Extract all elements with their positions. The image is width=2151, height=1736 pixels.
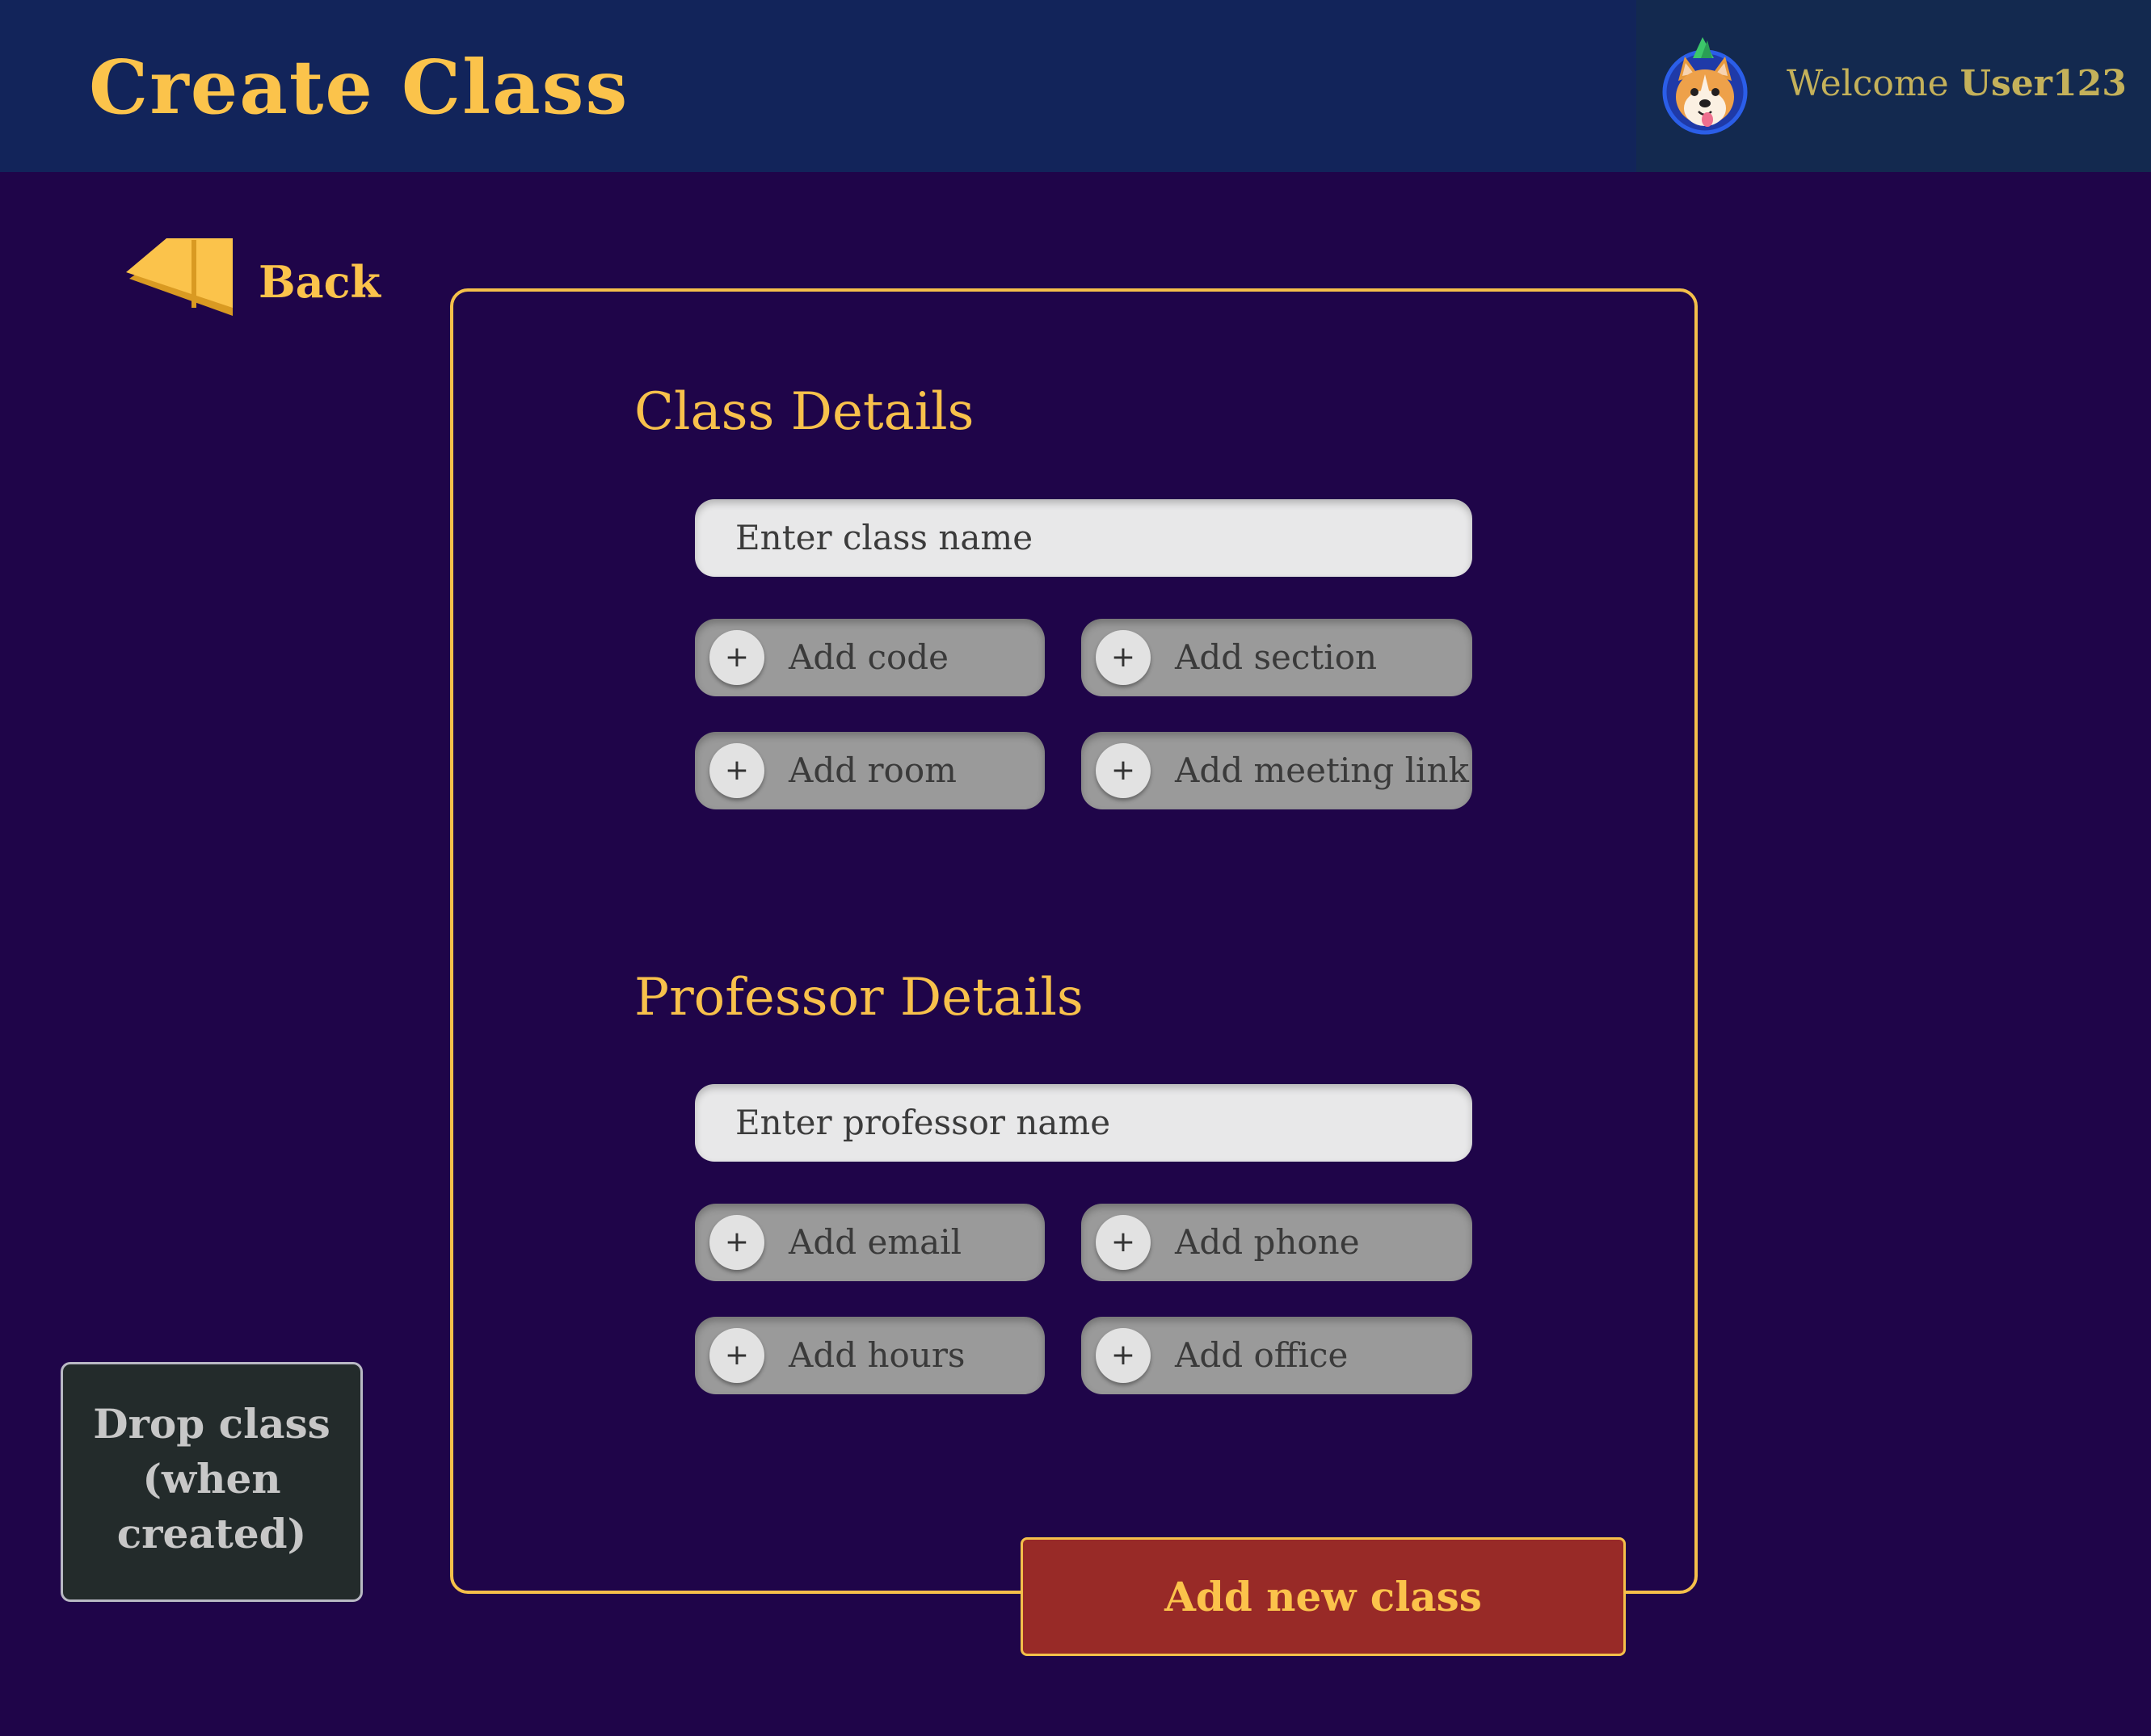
welcome-text: Welcome (1787, 63, 1949, 104)
back-button[interactable]: Back (126, 238, 381, 327)
add-email-button[interactable]: + Add email (695, 1204, 1045, 1281)
add-office-button[interactable]: + Add office (1081, 1317, 1472, 1394)
class-name-input[interactable]: Enter class name (695, 499, 1472, 577)
add-room-label: Add room (789, 750, 957, 790)
add-room-button[interactable]: + Add room (695, 732, 1045, 809)
corgi-avatar-icon[interactable] (1661, 34, 1749, 139)
add-code-label: Add code (789, 637, 949, 677)
add-section-button[interactable]: + Add section (1081, 619, 1472, 696)
plus-icon: + (1096, 630, 1151, 685)
professor-details-heading: Professor Details (634, 968, 1084, 1028)
plus-icon: + (709, 1215, 764, 1270)
add-email-label: Add email (789, 1222, 962, 1262)
add-code-button[interactable]: + Add code (695, 619, 1045, 696)
create-class-form (450, 288, 1698, 1594)
plus-icon: + (709, 630, 764, 685)
plus-icon: + (1096, 1328, 1151, 1383)
page-title: Create Class (89, 44, 629, 131)
class-details-heading: Class Details (634, 382, 974, 442)
professor-name-input[interactable]: Enter professor name (695, 1084, 1472, 1162)
plus-icon: + (709, 1328, 764, 1383)
plus-icon: + (1096, 743, 1151, 798)
add-meeting-link-button[interactable]: + Add meeting link (1081, 732, 1472, 809)
add-new-class-button[interactable]: Add new class (1021, 1537, 1626, 1656)
user-name[interactable]: User123 (1960, 63, 2127, 104)
add-phone-label: Add phone (1175, 1222, 1360, 1262)
plus-icon: + (1096, 1215, 1151, 1270)
add-office-label: Add office (1175, 1335, 1349, 1375)
add-hours-button[interactable]: + Add hours (695, 1317, 1045, 1394)
back-label: Back (259, 256, 381, 308)
drop-class-button[interactable]: Drop class (when created) (61, 1362, 363, 1602)
add-section-label: Add section (1175, 637, 1378, 677)
rewind-arrow-icon (126, 238, 233, 316)
user-panel: Welcome User123 (1636, 0, 2151, 172)
plus-icon: + (709, 743, 764, 798)
welcome-message: Welcome User123 (1787, 58, 2127, 110)
top-header: Create Class Welcome User123 (0, 0, 2151, 172)
add-hours-label: Add hours (789, 1335, 966, 1375)
add-phone-button[interactable]: + Add phone (1081, 1204, 1472, 1281)
add-meeting-link-label: Add meeting link (1175, 750, 1469, 790)
